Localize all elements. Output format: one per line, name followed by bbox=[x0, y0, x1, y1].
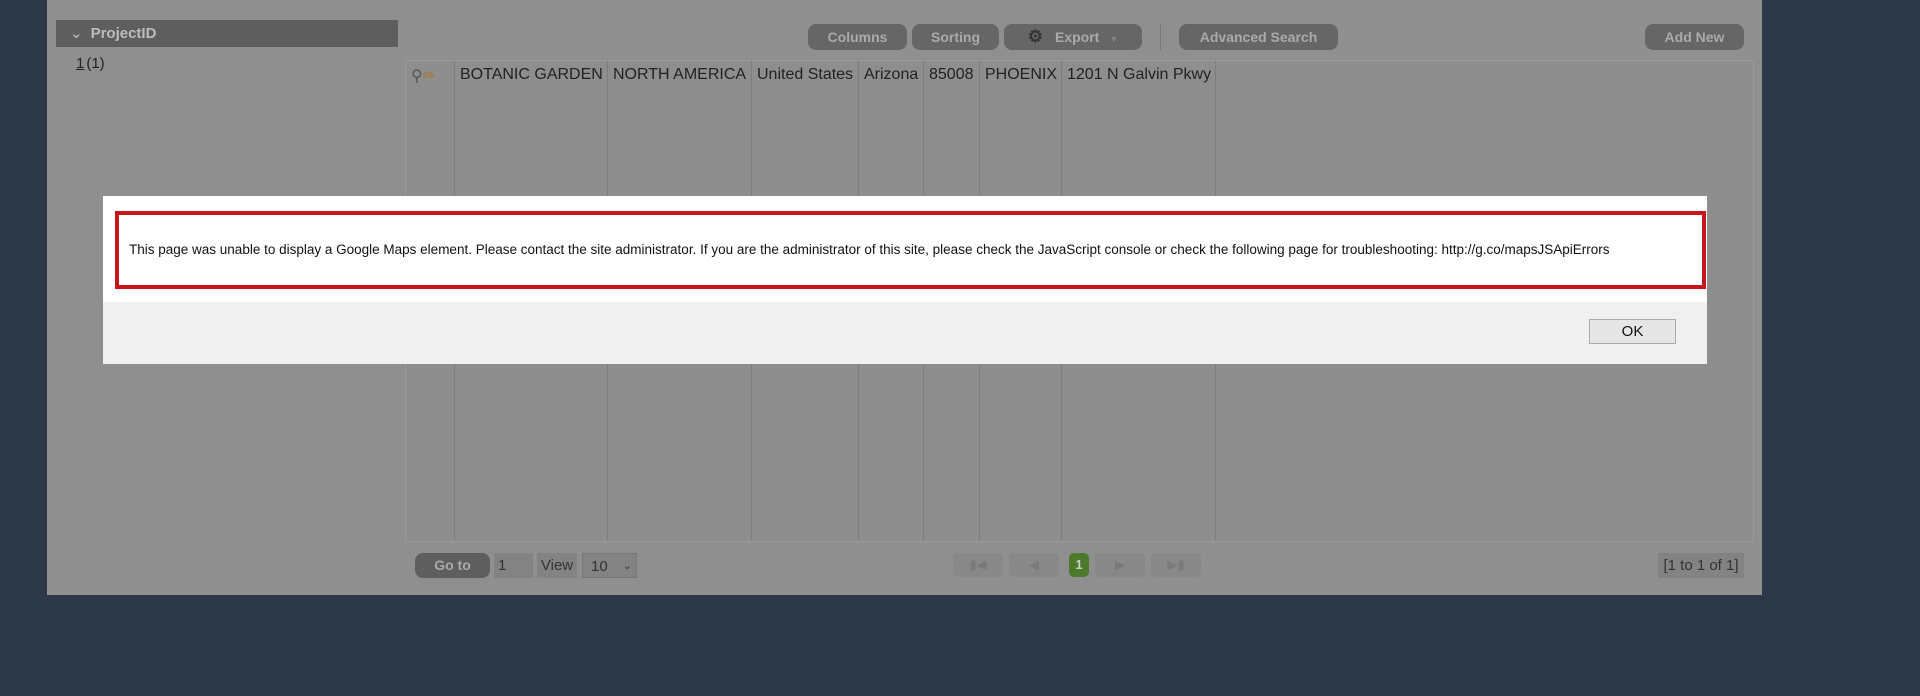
chevron-down-icon: ⌄ bbox=[70, 25, 83, 42]
current-page[interactable]: 1 bbox=[1069, 553, 1089, 577]
goto-button[interactable]: Go to bbox=[415, 553, 490, 578]
projectid-filter-header[interactable]: ⌄ ProjectID bbox=[56, 20, 398, 47]
view-select[interactable]: 10 ⌄ bbox=[582, 553, 637, 578]
sorting-button[interactable]: Sorting bbox=[912, 24, 999, 50]
page-input[interactable]: 1 bbox=[494, 553, 533, 578]
advanced-search-button[interactable]: Advanced Search bbox=[1179, 24, 1338, 50]
gear-icon: ⚙ bbox=[1027, 27, 1043, 46]
ok-button[interactable]: OK bbox=[1589, 319, 1676, 344]
first-page-button[interactable]: ▮◀ bbox=[953, 553, 1003, 577]
alert-message: This page was unable to display a Google… bbox=[115, 211, 1706, 289]
columns-button[interactable]: Columns bbox=[808, 24, 907, 50]
dropdown-arrow-icon: ▼ bbox=[1109, 34, 1119, 44]
add-new-button[interactable]: Add New bbox=[1645, 24, 1744, 50]
projectid-filter-item[interactable]: 1 (1) bbox=[76, 55, 105, 72]
last-page-button[interactable]: ▶▮ bbox=[1151, 553, 1201, 577]
edit-icon[interactable]: ✏ bbox=[423, 68, 436, 85]
alert-dialog: This page was unable to display a Google… bbox=[103, 196, 1707, 364]
page-info: [1 to 1 of 1] bbox=[1658, 553, 1744, 578]
chevron-down-icon: ⌄ bbox=[622, 560, 632, 572]
filter-link[interactable]: 1 bbox=[76, 55, 84, 72]
prev-page-button[interactable]: ◀ bbox=[1009, 553, 1059, 577]
toolbar-divider bbox=[1160, 24, 1161, 50]
export-button[interactable]: ⚙ Export ▼ bbox=[1004, 24, 1142, 50]
view-icon[interactable]: ⚲ bbox=[411, 68, 423, 85]
view-label: View bbox=[537, 553, 577, 578]
next-page-button[interactable]: ▶ bbox=[1095, 553, 1145, 577]
dialog-footer: OK bbox=[103, 302, 1707, 364]
